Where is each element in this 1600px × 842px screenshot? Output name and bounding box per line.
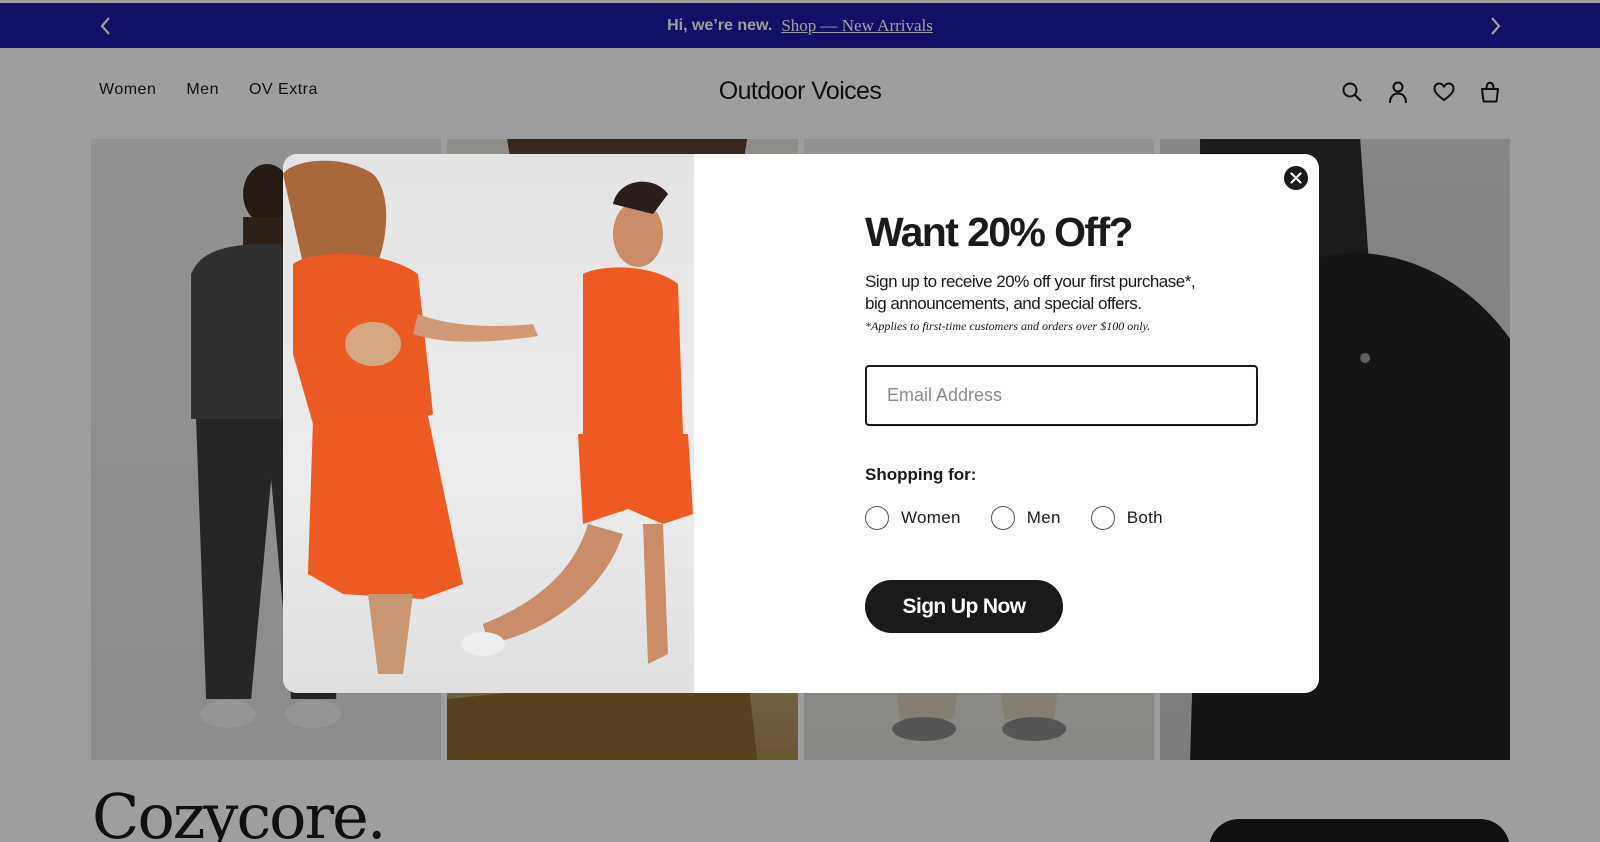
models-in-orange-photo <box>283 160 693 674</box>
option-women[interactable]: Women <box>865 506 961 530</box>
signup-modal: Want 20% Off? Sign up to receive 20% off… <box>283 154 1319 693</box>
modal-title: Want 20% Off? <box>865 209 1134 255</box>
shopping-for-label: Shopping for: <box>865 465 977 484</box>
option-women-label: Women <box>901 508 961 527</box>
radio-button-women[interactable] <box>865 506 889 530</box>
radio-button-both[interactable] <box>1090 506 1115 530</box>
option-men-label: Men <box>1026 508 1061 527</box>
radio-button-men[interactable] <box>990 506 1015 530</box>
email-field[interactable] <box>865 365 1258 426</box>
offer-fine-print: *Applies to first-time customers and ord… <box>865 319 1151 333</box>
modal-subtitle: Sign up to receive 20% off your first pu… <box>865 271 1265 315</box>
option-both[interactable]: Both <box>1090 506 1163 530</box>
close-icon <box>1284 166 1308 190</box>
shopping-for-options: Women Men Both <box>865 506 1193 530</box>
modal-subtitle-line-1: Sign up to receive 20% off your first pu… <box>865 272 1196 291</box>
sign-up-now-button[interactable]: Sign Up Now <box>865 580 1063 633</box>
close-modal-button[interactable] <box>1283 165 1309 191</box>
option-men[interactable]: Men <box>990 506 1061 530</box>
modal-subtitle-line-2: big announcements, and special offers. <box>865 294 1142 313</box>
option-both-label: Both <box>1126 508 1163 527</box>
modal-photo-two-women-running <box>283 154 694 693</box>
